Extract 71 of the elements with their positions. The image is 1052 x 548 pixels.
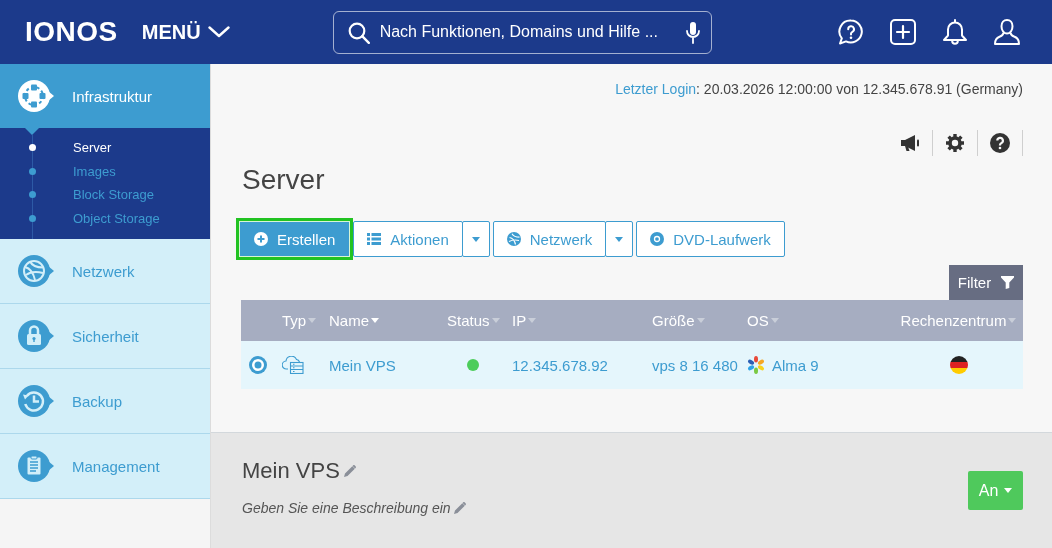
last-login-text: Letzter Login: 20.03.2026 12:00:00 von 12.345.678.91 (Germany) [614, 80, 1023, 99]
nodes-ring-icon [17, 79, 55, 113]
toolbar-button[interactable]: DVD-Laufwerk [636, 221, 785, 257]
edit-icon[interactable] [453, 502, 466, 514]
page-title: Server [242, 163, 325, 197]
cloud-server-icon [282, 356, 304, 374]
sidebar-item[interactable]: Infrastruktur [0, 64, 210, 128]
description-text: Geben Sie eine Beschreibung ein [242, 499, 451, 518]
toolbar-button[interactable]: Aktionen [353, 221, 463, 257]
menu-button[interactable]: MENÜ [141, 20, 230, 44]
caret-icon [471, 236, 480, 242]
power-state-button[interactable]: An [968, 471, 1023, 510]
list-icon [367, 233, 382, 245]
lock-icon [17, 319, 55, 353]
table-cell: 12.345.678.92 [512, 356, 608, 374]
dropdown-toggle-button[interactable] [461, 221, 490, 257]
column-header[interactable]: Status [447, 312, 500, 329]
sidebar-item[interactable]: Sicherheit [0, 304, 210, 369]
submenu-link[interactable]: Object Storage [73, 210, 160, 226]
add-icon[interactable] [890, 19, 916, 45]
column-header[interactable]: OS [747, 312, 779, 329]
column-header[interactable]: Typ [282, 312, 317, 329]
sidebar-item[interactable]: Backup [0, 369, 210, 434]
toolbar-button[interactable]: Netzwerk [492, 221, 607, 257]
bullet-icon [29, 214, 36, 222]
bell-icon[interactable] [942, 19, 968, 45]
clipboard-icon [17, 449, 55, 483]
submenu-link[interactable]: Block Storage [73, 187, 154, 203]
sidebar-item[interactable]: Management [0, 434, 210, 499]
user-icon[interactable] [994, 19, 1020, 45]
submenu-link[interactable]: Server [73, 140, 112, 156]
help-bubble-icon[interactable] [838, 19, 864, 45]
submenu-link[interactable]: Images [73, 163, 116, 179]
bullet-icon [29, 144, 36, 152]
disc-icon [650, 232, 665, 246]
settings-icon[interactable] [945, 133, 965, 153]
history-clock-icon [17, 384, 55, 418]
last-login-link[interactable]: Letzter Login [615, 81, 697, 97]
edit-icon[interactable] [343, 465, 356, 477]
table-row[interactable]: Mein VPS 12.345.678.92 vps 8 16 480 Alma 9 [241, 341, 1023, 389]
caret-icon [1004, 488, 1013, 493]
column-header[interactable]: Größe [652, 312, 705, 329]
logo[interactable]: IONOS [25, 17, 118, 47]
globe-icon [506, 232, 521, 246]
sidebar-item[interactable]: Netzwerk [0, 239, 210, 304]
caret-icon [615, 236, 624, 242]
toolbar-button[interactable]: Erstellen [236, 218, 354, 260]
search-field[interactable]: Nach Funktionen, Domains und Hilfe ... [332, 10, 712, 54]
search-icon [347, 21, 370, 44]
plus-circle-icon [254, 232, 268, 246]
table-cell: Alma 9 [772, 356, 819, 374]
bullet-icon [29, 167, 36, 175]
help-icon[interactable] [990, 133, 1010, 153]
filter-button[interactable]: Filter [949, 265, 1023, 300]
column-header[interactable]: IP [512, 312, 537, 329]
column-header[interactable]: Name [329, 312, 379, 329]
column-header[interactable]: Rechenzentrum [900, 312, 1017, 329]
table-cell: vps 8 16 480 [652, 356, 738, 374]
dropdown-toggle-button[interactable] [605, 221, 634, 257]
megaphone-icon[interactable] [900, 133, 920, 153]
server-name-link[interactable]: Mein VPS [329, 356, 396, 374]
filter-icon [1001, 276, 1015, 289]
pointer-icon [25, 128, 39, 135]
server-title: Mein VPS [242, 457, 340, 485]
flag-icon [949, 356, 968, 374]
chevron-down-icon [207, 26, 230, 38]
bullet-icon [29, 191, 36, 199]
microphone-icon[interactable] [685, 21, 700, 44]
globe-icon [17, 254, 55, 288]
petal-logo-icon [747, 356, 765, 374]
radio-button[interactable] [249, 356, 267, 374]
